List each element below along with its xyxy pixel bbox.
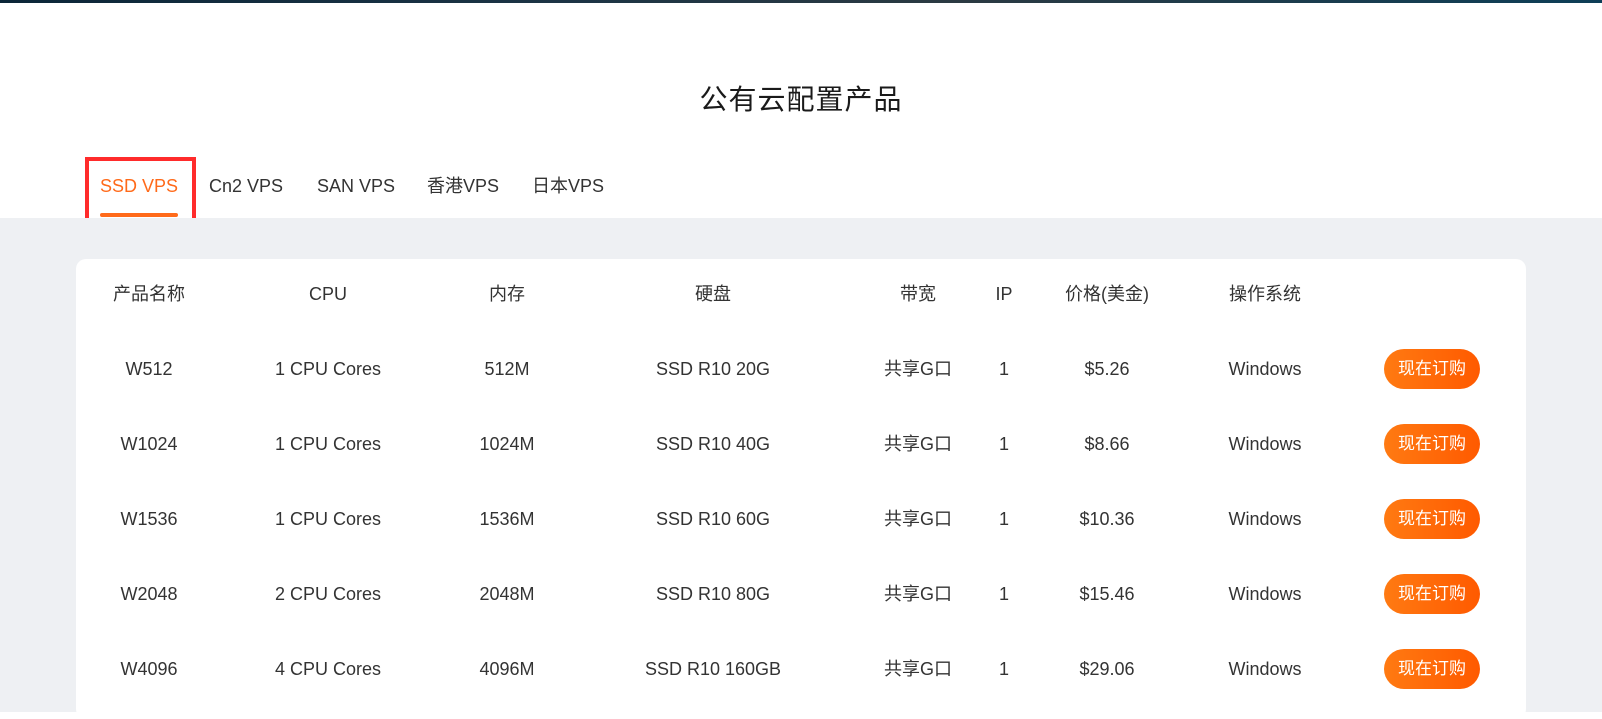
tab-cn2-vps[interactable]: Cn2 VPS [209, 174, 283, 198]
cell-price: $5.26 [1084, 359, 1130, 379]
tab-hongkong-vps[interactable]: 香港VPS [427, 174, 499, 198]
cell-memory: 512M [484, 359, 530, 379]
cell-bandwidth: 共享G口 [883, 659, 952, 679]
cell-cpu: 1 CPU Cores [274, 434, 382, 454]
order-now-button[interactable]: 现在订购 [1384, 499, 1480, 539]
cell-disk: SSD R10 40G [655, 434, 771, 454]
cell-price: $29.06 [1079, 659, 1135, 679]
page-title: 公有云配置产品 [699, 84, 903, 115]
tab-san-vps[interactable]: SAN VPS [317, 174, 395, 198]
cell-os: Windows [1228, 584, 1302, 604]
header-disk: 硬盘 [695, 284, 731, 304]
cell-memory: 4096M [479, 659, 535, 679]
cell-ip: 1 [998, 434, 1009, 454]
cell-product-name: W4096 [120, 659, 178, 679]
cell-cpu: 1 CPU Cores [274, 509, 382, 529]
cell-product-name: W1024 [120, 434, 178, 454]
cell-disk: SSD R10 60G [655, 509, 771, 529]
cell-cpu: 4 CPU Cores [274, 659, 382, 679]
header-memory: 内存 [489, 284, 525, 304]
cell-os: Windows [1228, 659, 1302, 679]
tab-japan-vps[interactable]: 日本VPS [532, 174, 604, 198]
product-table: 产品名称 CPU 内存 硬盘 带宽 IP 价格(美金) 操作系统 W512 1 CPU Core… [76, 259, 1526, 719]
order-now-button[interactable]: 现在订购 [1384, 424, 1480, 464]
cell-memory: 1024M [479, 434, 535, 454]
cell-product-name: W512 [125, 359, 173, 379]
cell-product-name: W1536 [120, 509, 178, 529]
cell-price: $15.46 [1079, 584, 1135, 604]
cell-memory: 2048M [479, 584, 535, 604]
order-now-button[interactable]: 现在订购 [1384, 649, 1480, 689]
cell-product-name: W2048 [120, 584, 178, 604]
header-bandwidth: 带宽 [900, 284, 936, 304]
cell-os: Windows [1228, 434, 1302, 454]
cell-ip: 1 [998, 584, 1009, 604]
order-now-button[interactable]: 现在订购 [1384, 349, 1480, 389]
cell-bandwidth: 共享G口 [883, 434, 952, 454]
cell-ip: 1 [998, 359, 1009, 379]
cell-disk: SSD R10 160GB [644, 659, 782, 679]
cell-ip: 1 [998, 509, 1009, 529]
header-os: 操作系统 [1229, 284, 1301, 304]
product-tabs: SSD VPS Cn2 VPS SAN VPS 香港VPS 日本VPS [0, 160, 1602, 218]
cell-price: $8.66 [1084, 434, 1130, 454]
cell-bandwidth: 共享G口 [883, 584, 952, 604]
order-now-button[interactable]: 现在订购 [1384, 574, 1480, 614]
top-banner-strip [0, 0, 1602, 3]
cell-disk: SSD R10 20G [655, 359, 771, 379]
cell-bandwidth: 共享G口 [883, 509, 952, 529]
header-price: 价格(美金) [1065, 284, 1149, 304]
cell-bandwidth: 共享G口 [883, 359, 952, 379]
header-cpu: CPU [308, 284, 347, 304]
header-product-name: 产品名称 [113, 284, 185, 304]
cell-cpu: 2 CPU Cores [274, 584, 382, 604]
cell-os: Windows [1228, 359, 1302, 379]
cell-os: Windows [1228, 509, 1302, 529]
cell-disk: SSD R10 80G [655, 584, 771, 604]
header-ip: IP [995, 284, 1013, 304]
cell-memory: 1536M [479, 509, 535, 529]
cell-cpu: 1 CPU Cores [274, 359, 382, 379]
tab-highlight-box [85, 157, 196, 223]
cell-price: $10.36 [1079, 509, 1135, 529]
cell-ip: 1 [998, 659, 1009, 679]
